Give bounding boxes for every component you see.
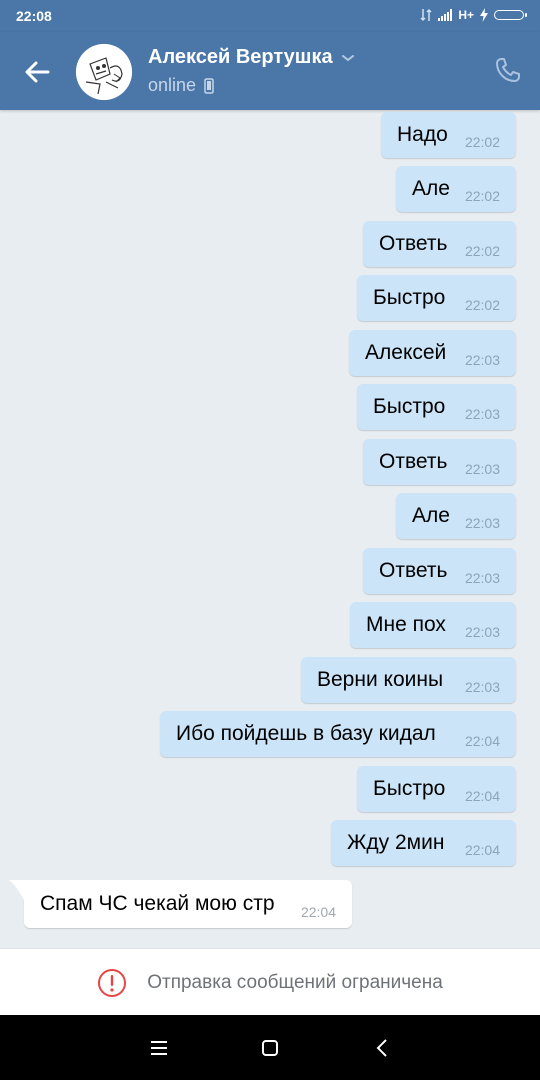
message-text: Алексей [365,341,447,364]
message-text: Надо [397,123,448,146]
message-bubble[interactable]: Надо 22:02 [381,112,516,158]
menu-icon [151,1041,167,1055]
messaging-restricted-bar: Отправка сообщений ограничена [0,948,540,1016]
message-bubble[interactable]: Быстро 22:02 [357,275,516,321]
home-nav-button[interactable] [255,1033,285,1063]
message-text: Верни коины [317,668,444,691]
charging-icon [480,8,488,22]
status-time: 22:08 [16,8,52,24]
message-bubble[interactable]: Але 22:02 [396,166,516,212]
message-bubble[interactable]: Ответь 22:03 [363,548,516,594]
message-bubble[interactable]: Быстро 22:03 [357,384,516,430]
message-text: Быстро [373,395,446,418]
network-type: H+ [458,8,474,22]
message-bubble-incoming[interactable]: Спам ЧС чекай мою стр 22:04 [24,880,352,928]
message-text: Ибо пойдешь в базу кидал [176,722,436,745]
message-bubble[interactable]: Ответь 22:03 [363,439,516,485]
message-text: Спам ЧС чекай мою стр [40,892,275,915]
battery-icon [494,10,527,20]
menu-nav-button[interactable] [144,1033,174,1063]
message-time: 22:03 [464,679,500,695]
message-time: 22:02 [464,188,500,204]
message-time: 22:02 [464,134,500,150]
message-time: 22:03 [464,406,500,422]
message-time: 22:03 [464,352,500,368]
message-bubble[interactable]: Алексей 22:03 [349,330,516,376]
avatar-drawing-icon [76,44,132,100]
contact-status: online [148,75,197,95]
message-bubble[interactable]: Ибо пойдешь в базу кидал 22:04 [160,711,516,757]
signal-icon [438,9,453,21]
message-text: Але [412,177,450,200]
contact-status-row: online [148,75,355,96]
chevron-down-icon [341,54,354,61]
message-time: 22:04 [464,733,500,749]
message-bubble[interactable]: Ответь 22:02 [363,221,516,267]
status-bar: 22:08 H+ [0,0,540,32]
message-text: Жду 2мин [347,831,445,854]
bubble-tail [9,880,25,902]
message-text: Мне пох [366,613,446,636]
message-time: 22:04 [300,904,336,920]
message-time: 22:03 [464,461,500,477]
system-nav-bar [0,1015,540,1080]
message-text: Але [412,504,450,527]
message-time: 22:04 [464,788,500,804]
message-time: 22:03 [464,624,500,640]
message-text: Ответь [379,559,448,582]
phone-icon [496,58,520,82]
message-time: 22:03 [464,570,500,586]
message-list[interactable]: Надо 22:02 Але 22:02 Ответь 22:02 Быстро… [0,110,540,948]
status-icons: H+ [420,8,527,22]
contact-name: Алексей Вертушка [148,46,333,68]
mobile-phone-icon [204,77,214,94]
message-time: 22:02 [464,243,500,259]
message-bubble[interactable]: Але 22:03 [396,493,516,539]
alert-circle-icon [98,968,127,997]
message-text: Ответь [379,232,448,255]
message-time: 22:04 [464,842,500,858]
back-button[interactable] [20,54,56,90]
message-time: 22:03 [464,515,500,531]
back-nav-button[interactable] [368,1033,398,1063]
back-arrow-icon [25,61,50,83]
home-square-icon [262,1040,278,1056]
message-text: Быстро [373,777,446,800]
message-text: Быстро [373,286,446,309]
chat-header: Алексей Вертушка online [0,32,540,110]
message-bubble[interactable]: Верни коины 22:03 [301,657,516,703]
message-bubble[interactable]: Жду 2мин 22:04 [331,820,516,866]
contact-info[interactable]: Алексей Вертушка online [148,46,355,96]
back-chevron-icon [376,1039,387,1057]
avatar[interactable] [76,44,132,100]
message-time: 22:02 [464,297,500,313]
contact-name-row: Алексей Вертушка [148,46,355,69]
message-text: Ответь [379,450,448,473]
message-bubble[interactable]: Быстро 22:04 [357,766,516,812]
call-button[interactable] [494,56,522,84]
message-bubble[interactable]: Мне пох 22:03 [350,602,516,648]
data-transfer-icon [420,8,432,22]
restriction-text: Отправка сообщений ограничена [147,971,443,993]
